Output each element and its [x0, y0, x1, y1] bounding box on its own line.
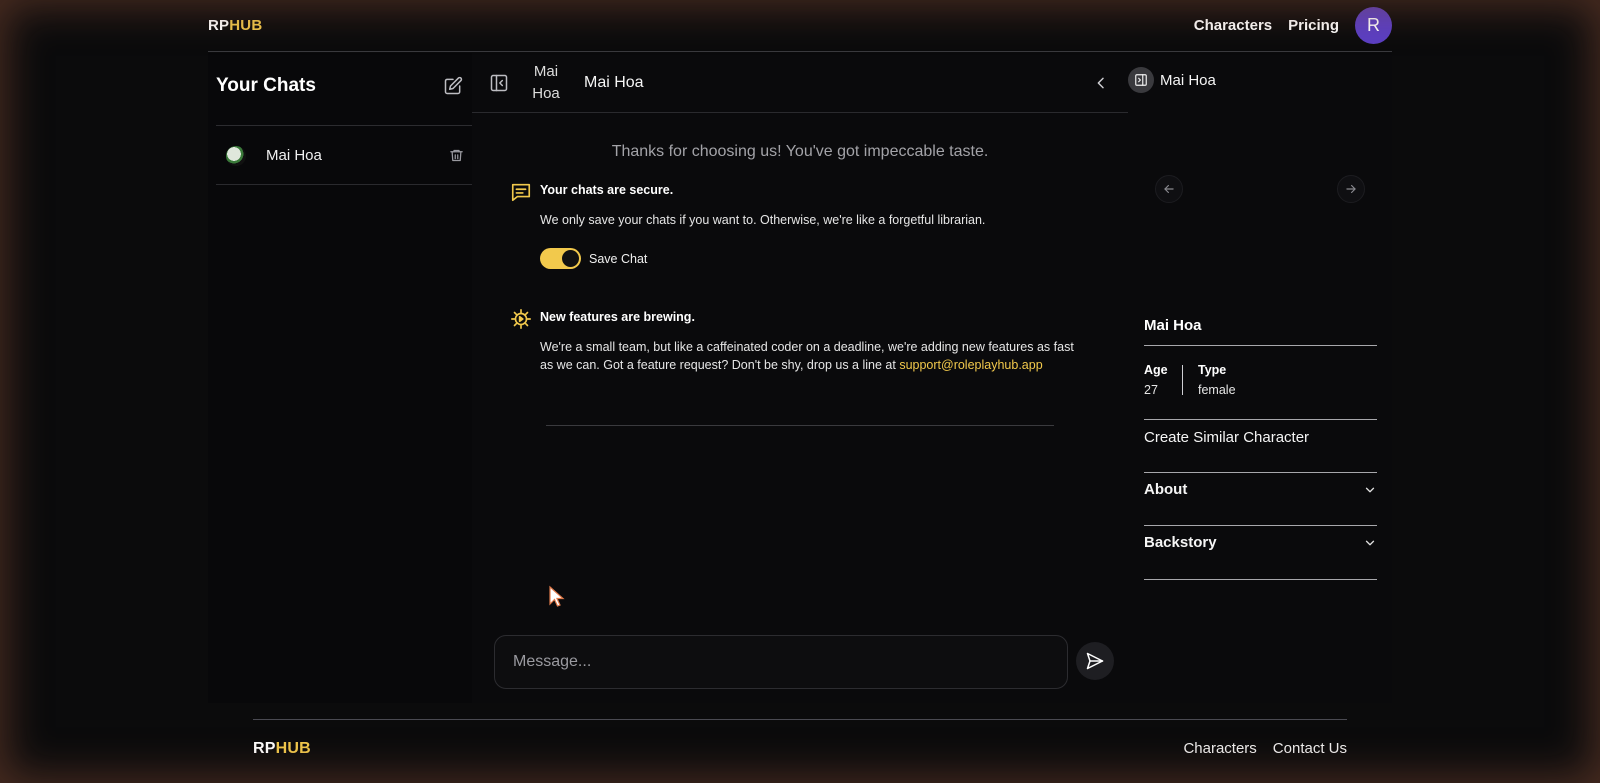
- features-text: We're a small team, but like a caffeinat…: [540, 338, 1090, 374]
- chat-avatar: [226, 145, 246, 166]
- age-label: Age: [1144, 363, 1168, 377]
- nav-pricing-link[interactable]: Pricing: [1288, 17, 1339, 34]
- footer-logo-hub: HUB: [275, 740, 311, 757]
- type-value: female: [1198, 383, 1236, 397]
- chevron-down-icon: [1365, 540, 1375, 545]
- new-chat-button[interactable]: [442, 75, 464, 97]
- logo-hub: HUB: [229, 17, 263, 34]
- gear-icon: [511, 309, 531, 329]
- secure-text: We only save your chats if you want to. …: [540, 213, 986, 227]
- arrow-right-icon: [1346, 184, 1356, 194]
- footer-logo[interactable]: RPHUB: [253, 740, 311, 758]
- chat-list-item-name: Mai Hoa: [266, 147, 322, 164]
- chat-message-icon: [511, 183, 531, 202]
- features-title: New features are brewing.: [540, 310, 695, 324]
- sidebar-title: Your Chats: [216, 75, 316, 96]
- profile-divider: [1144, 419, 1377, 420]
- footer-links: Characters Contact Us: [1183, 740, 1347, 757]
- chat-divider: [546, 425, 1054, 426]
- trash-icon: [449, 149, 463, 162]
- mouse-cursor-icon: [549, 585, 565, 607]
- panel-toggle-button[interactable]: [1128, 67, 1154, 93]
- support-email-link[interactable]: support@roleplayhub.app: [899, 358, 1042, 372]
- secure-title: Your chats are secure.: [540, 183, 674, 197]
- chats-sidebar: Your Chats Mai Hoa: [208, 53, 472, 703]
- save-chat-toggle[interactable]: [540, 248, 581, 269]
- age-value: 27: [1144, 383, 1158, 397]
- profile-top-name: Mai Hoa: [1160, 71, 1216, 89]
- logo-rp: RP: [208, 17, 230, 34]
- chevron-down-icon: [1365, 487, 1375, 492]
- type-label: Type: [1198, 363, 1227, 377]
- about-label: About: [1144, 481, 1188, 498]
- welcome-message: Thanks for choosing us! You've got impec…: [611, 143, 989, 160]
- footer-characters-link[interactable]: Characters: [1183, 740, 1256, 757]
- chat-header-avatar: Mai Hoa: [532, 62, 560, 102]
- nav-characters-link[interactable]: Characters: [1194, 17, 1272, 34]
- toggle-profile-button[interactable]: [1092, 74, 1110, 92]
- chat-header-name: Mai Hoa: [584, 73, 644, 91]
- carousel-prev-button[interactable]: [1155, 175, 1183, 203]
- collapse-sidebar-button[interactable]: [488, 72, 510, 94]
- carousel-next-button[interactable]: [1337, 175, 1365, 203]
- chat-header: Mai Hoa Mai Hoa: [472, 53, 1128, 113]
- profile-divider: [1144, 525, 1377, 526]
- age-stat: Age 27: [1144, 363, 1168, 397]
- profile-divider: [1144, 345, 1377, 346]
- site-logo[interactable]: RPHUB: [208, 17, 262, 34]
- sidebar-collapse-icon: [490, 74, 508, 91]
- message-input-wrapper: [494, 635, 1068, 689]
- profile-divider: [1144, 472, 1377, 473]
- nav-links: Characters Pricing R: [1194, 7, 1392, 44]
- footer-contact-link[interactable]: Contact Us: [1273, 740, 1347, 757]
- about-accordion[interactable]: About: [1144, 481, 1377, 498]
- toggle-knob: [562, 250, 579, 267]
- stat-separator: [1182, 365, 1183, 395]
- character-name: Mai Hoa: [1144, 317, 1202, 334]
- footer-divider: [253, 719, 1347, 720]
- sidebar-divider: [216, 125, 472, 126]
- chat-list-item[interactable]: Mai Hoa: [216, 127, 472, 185]
- top-navbar: RPHUB Characters Pricing R: [208, 0, 1392, 52]
- chat-main: Mai Hoa Mai Hoa Thanks for choosing us! …: [472, 53, 1128, 703]
- send-icon: [1086, 652, 1104, 670]
- arrow-left-icon: [1164, 184, 1174, 194]
- save-chat-label: Save Chat: [589, 251, 648, 266]
- type-stat: Type female: [1198, 363, 1236, 397]
- send-button[interactable]: [1076, 642, 1114, 680]
- sidebar-header: Your Chats: [216, 75, 472, 97]
- panel-toggle-icon: [1135, 74, 1147, 86]
- footer-logo-rp: RP: [253, 740, 276, 757]
- profile-divider: [1144, 579, 1377, 580]
- edit-icon: [444, 76, 463, 95]
- backstory-accordion[interactable]: Backstory: [1144, 534, 1377, 551]
- profile-top: Mai Hoa: [1128, 67, 1216, 93]
- create-similar-character-button[interactable]: Create Similar Character: [1144, 429, 1309, 446]
- user-avatar[interactable]: R: [1355, 7, 1392, 44]
- delete-chat-button[interactable]: [448, 148, 464, 164]
- save-chat-toggle-row: Save Chat: [540, 248, 647, 269]
- message-input[interactable]: [495, 636, 1067, 688]
- chevron-left-icon: [1097, 77, 1104, 88]
- character-profile-panel: Mai Hoa Mai Hoa Age 27 Type female Creat…: [1128, 53, 1392, 703]
- backstory-label: Backstory: [1144, 534, 1217, 551]
